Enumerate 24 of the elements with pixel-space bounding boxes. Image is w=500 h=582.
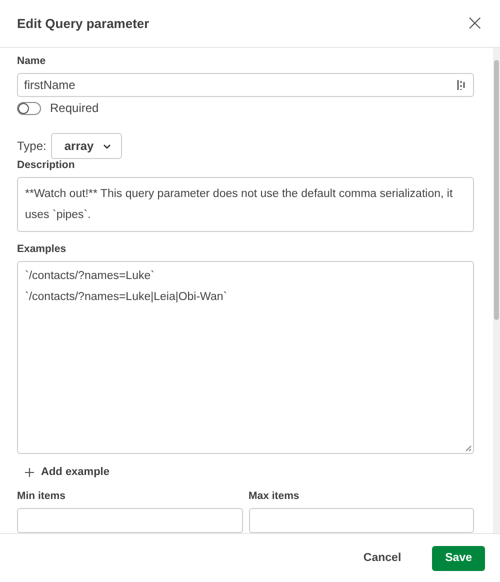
- min-items-field[interactable]: [17, 508, 242, 533]
- dialog-title: Edit Query parameter: [17, 16, 150, 31]
- variable-icon[interactable]: [457, 79, 467, 92]
- field-label: Examples: [17, 243, 66, 256]
- field-label: Max items: [248, 490, 300, 502]
- field-label: Min items: [17, 490, 66, 502]
- field-label: Name: [17, 55, 46, 67]
- type-label: Type:: [17, 139, 46, 154]
- scrollbar[interactable]: [493, 48, 500, 533]
- field-label: Description: [17, 159, 75, 172]
- chevron-down-icon: [102, 144, 111, 149]
- description-field[interactable]: **Watch out!** This query parameter does not use the default comma serialization, it uses `pipes`.: [17, 177, 474, 232]
- plus-icon: [25, 468, 34, 476]
- cancel-button[interactable]: Cancel: [350, 546, 414, 570]
- toggle-label: Required: [50, 101, 99, 116]
- close-button[interactable]: ×: [466, 12, 484, 34]
- resize-grip-icon[interactable]: [465, 445, 472, 452]
- type-select[interactable]: array: [51, 133, 122, 160]
- add-example-button[interactable]: Add example: [17, 462, 118, 482]
- max-items-field[interactable]: [248, 508, 474, 533]
- save-button[interactable]: Save: [432, 546, 485, 570]
- name-field[interactable]: firstName: [17, 73, 474, 98]
- examples-field[interactable]: `/contacts/?names=Luke` `/contacts/?names=Luke|Leia|Obi-Wan`: [17, 261, 474, 454]
- required-toggle[interactable]: [17, 102, 41, 115]
